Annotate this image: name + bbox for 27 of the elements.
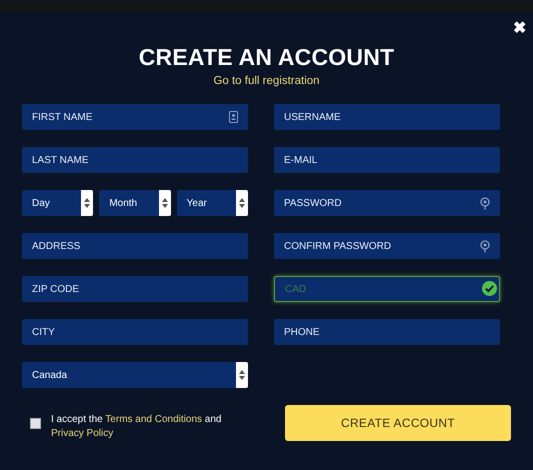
id-card-icon [229,111,238,123]
terms-checkbox[interactable] [30,418,41,429]
input-field[interactable]: ZIP CODE [22,276,248,302]
select-arrows-icon [158,190,171,216]
form-title: CREATE AN ACCOUNT [138,43,396,71]
terms-link[interactable]: Terms and Conditions [105,414,202,425]
dropdown[interactable]: Month [99,190,171,216]
input-field[interactable]: E-MAIL [274,147,500,173]
dropdown[interactable]: Canada [22,362,248,388]
input-field[interactable]: USERNAME [274,104,500,130]
close-button[interactable]: ✖ [513,20,526,40]
input-field[interactable]: ADDRESS [22,233,248,259]
select-arrows-icon [236,362,248,388]
terms-text: I accept the Terms and Conditions and Privacy Policy [51,413,222,441]
input-field[interactable]: LAST NAME [22,147,248,173]
dropdown[interactable]: Day [22,190,94,216]
input-field[interactable]: PASSWORD [274,190,500,216]
input-field[interactable]: PHONE [274,319,500,345]
full-registration-link[interactable]: Go to full registration [213,74,320,88]
select-arrows-icon [236,190,248,216]
input-field[interactable]: CITY [22,319,248,345]
create-account-button[interactable]: CREATE ACCOUNT [285,405,511,441]
select-arrows-icon [81,190,94,216]
input-field[interactable]: FIRST NAME [22,104,248,130]
dropdown[interactable]: Year [176,190,248,216]
privacy-policy-link[interactable]: Privacy Policy [51,428,114,439]
input-field[interactable]: CONFIRM PASSWORD [274,233,500,259]
